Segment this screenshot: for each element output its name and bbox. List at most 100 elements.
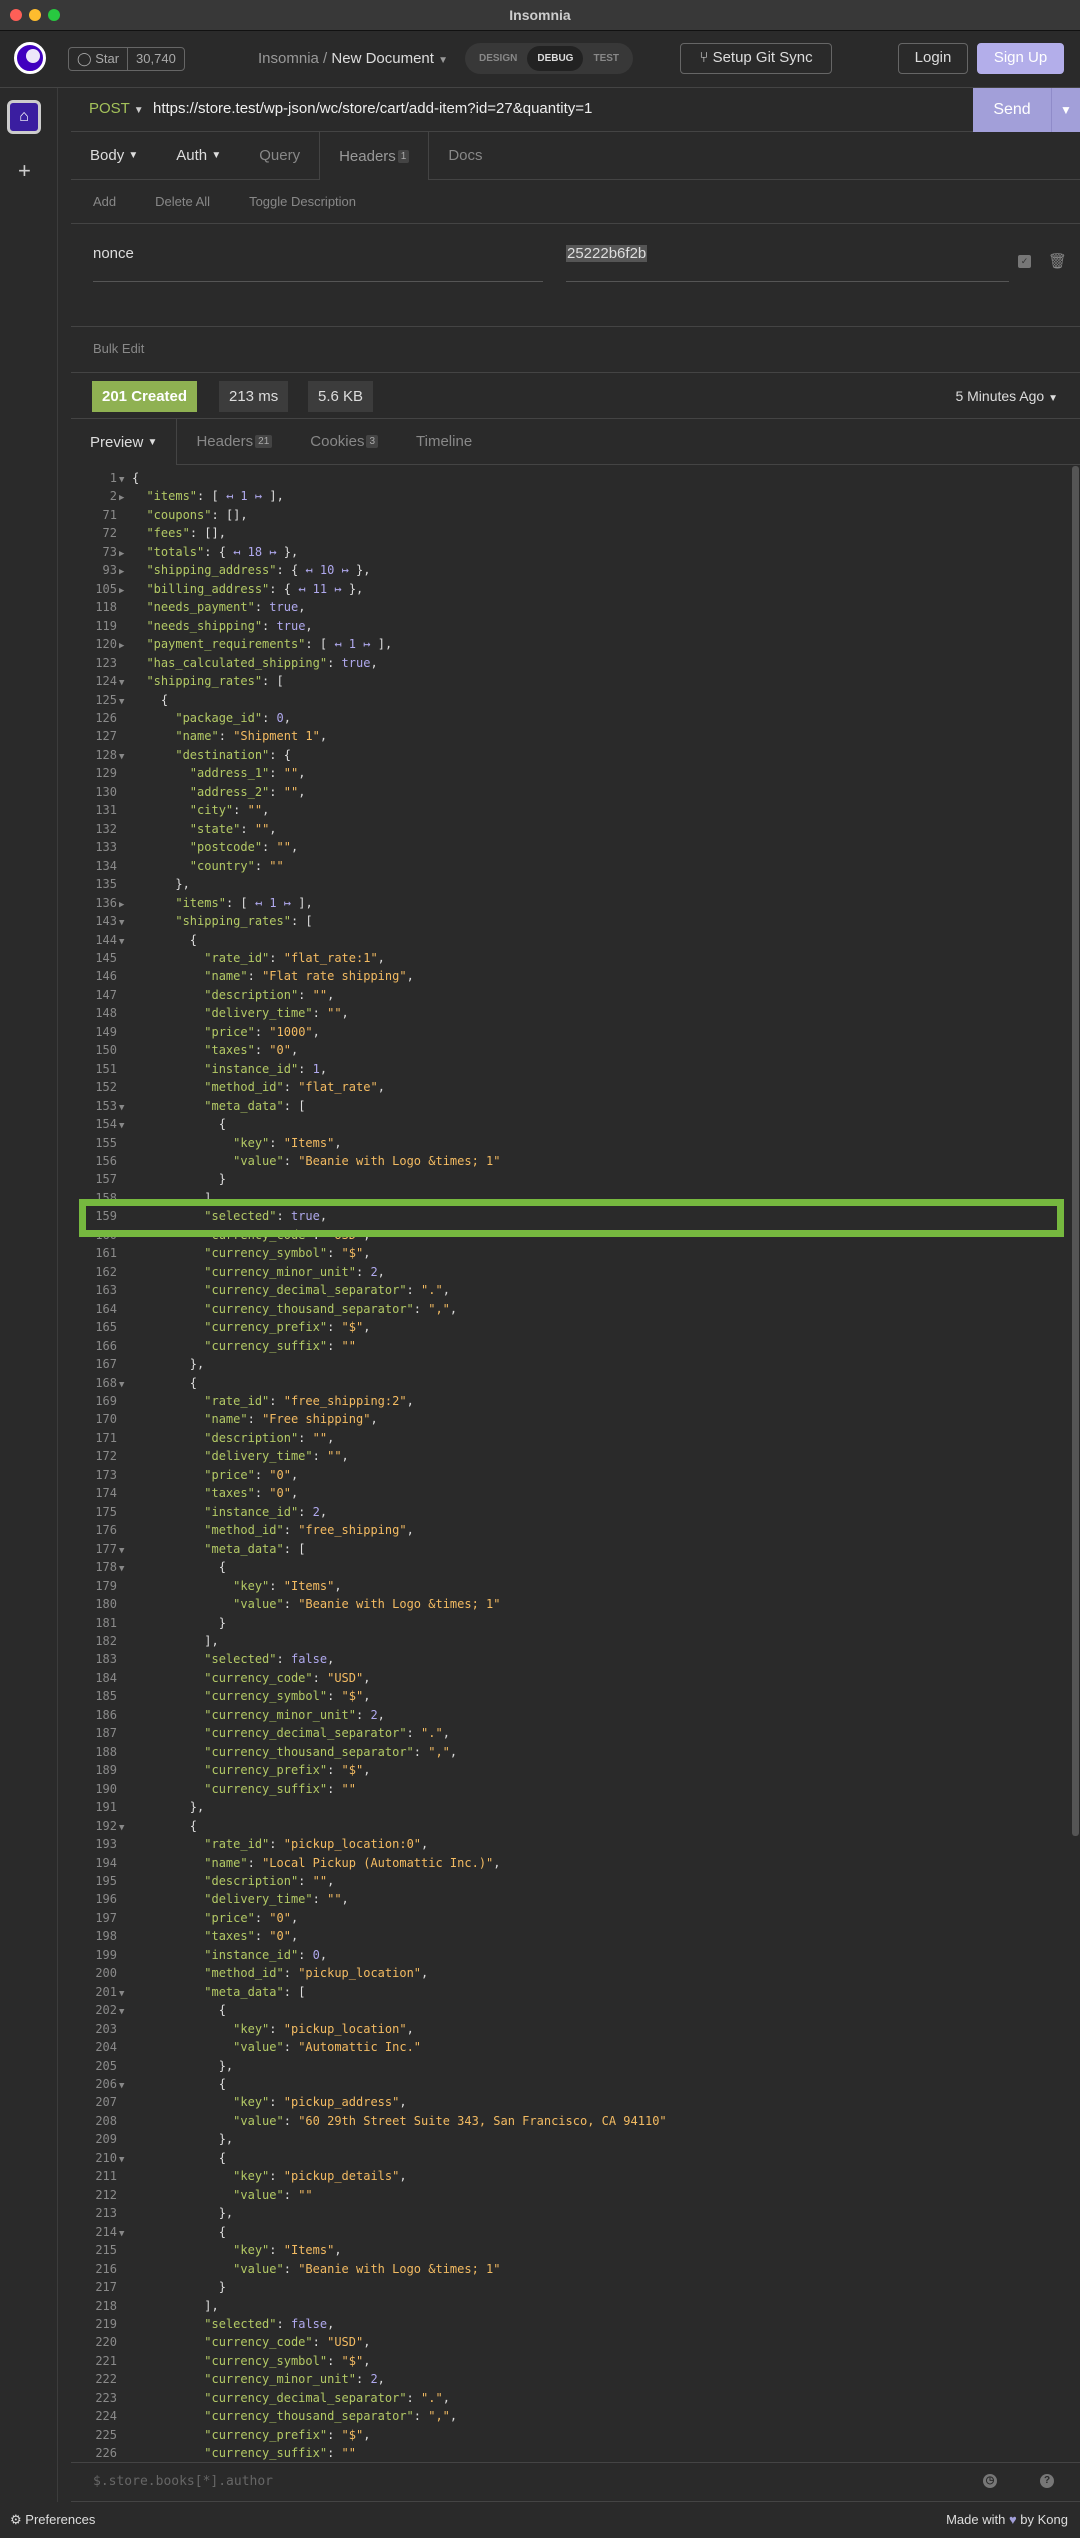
fold-toggle-icon[interactable]: ▶ <box>117 637 132 655</box>
punctuation: [], <box>218 507 248 522</box>
json-value: 11 <box>312 581 328 596</box>
punctuation <box>277 2243 284 2257</box>
sign-up-button[interactable]: Sign Up <box>977 43 1064 74</box>
delete-all-button[interactable]: Delete All <box>155 194 210 209</box>
tab-body[interactable]: Body ▼ <box>71 132 157 179</box>
tab-query[interactable]: Query <box>240 132 319 179</box>
fold-toggle-icon[interactable]: ▶ <box>117 545 132 563</box>
fold-toggle-icon[interactable]: ▼ <box>117 1985 132 2003</box>
punctuation: : <box>247 1412 255 1427</box>
punctuation <box>132 1708 204 1722</box>
json-key: "key" <box>233 2243 270 2258</box>
line-number: 172 <box>95 1449 117 1464</box>
github-star-button[interactable]: ◯ Star 30,740 <box>68 47 185 71</box>
fold-toggle-icon[interactable]: ▼ <box>117 1560 132 1578</box>
code-line: 208 "value": "60 29th Street Suite 343, … <box>71 2112 1061 2130</box>
header-enabled-checkbox[interactable]: ✓ <box>1018 255 1031 268</box>
json-string: "" <box>312 987 328 1002</box>
punctuation <box>132 1597 233 1611</box>
fold-toggle-icon[interactable]: ▶ <box>117 582 132 600</box>
punctuation: , <box>363 2427 371 2442</box>
tab-preview[interactable]: Preview ▼ <box>71 419 178 465</box>
header-name-input[interactable]: nonce <box>93 245 134 262</box>
mode-debug[interactable]: DEBUG <box>527 46 584 71</box>
window-controls[interactable] <box>10 9 60 21</box>
insomnia-logo[interactable] <box>14 42 46 74</box>
fold-toggle-icon[interactable]: ▼ <box>117 2225 132 2243</box>
mode-design[interactable]: DESIGN <box>469 46 527 71</box>
method-select[interactable]: POST ▼ <box>89 100 144 117</box>
fold-toggle-icon[interactable]: ▼ <box>117 1542 132 1560</box>
json-string: "" <box>327 1006 342 1021</box>
tab-docs[interactable]: Docs <box>429 132 501 179</box>
preferences-button[interactable]: ⚙ Preferences <box>10 2512 95 2528</box>
document-name[interactable]: New Document <box>331 50 434 67</box>
fold-toggle-icon[interactable]: ▼ <box>117 1117 132 1135</box>
close-window-button[interactable] <box>10 9 22 21</box>
bulk-edit-button[interactable]: Bulk Edit <box>71 326 1080 373</box>
mode-test[interactable]: TEST <box>583 46 629 71</box>
trash-icon[interactable]: 🗑 <box>1048 252 1067 270</box>
fold-toggle-icon[interactable]: ▼ <box>117 1376 132 1394</box>
response-size: 5.6 KB <box>308 381 374 412</box>
history-clock-icon[interactable]: ◷ <box>983 2474 997 2488</box>
tab-response-headers[interactable]: Headers 21 <box>177 419 291 464</box>
minimize-window-button[interactable] <box>29 9 41 21</box>
fold-toggle-icon[interactable]: ▼ <box>117 933 132 951</box>
line-number: 130 <box>95 784 117 799</box>
response-json-viewer[interactable]: 1 ▼{2 ▶ "items": [ ↤ 1 ↦ ], 71 "coupons": [… <box>71 465 1080 2461</box>
fold-toggle-icon[interactable]: ▼ <box>117 2077 132 2095</box>
punctuation: : <box>269 1578 277 1593</box>
fold-toggle-icon[interactable]: ▼ <box>117 1099 132 1117</box>
punctuation <box>132 748 175 762</box>
line-number: 143 <box>95 914 117 929</box>
add-icon[interactable]: + <box>18 158 31 184</box>
line-number: 93 <box>102 563 117 578</box>
fold-toggle-icon[interactable]: ▼ <box>117 2151 132 2169</box>
add-header-button[interactable]: Add <box>93 194 116 209</box>
home-icon[interactable]: ⌂ <box>7 100 41 134</box>
fold-toggle-icon[interactable]: ▼ <box>117 471 132 489</box>
tab-timeline[interactable]: Timeline <box>397 419 491 464</box>
tab-headers[interactable]: Headers 1 <box>319 132 430 180</box>
json-value: false <box>290 1652 328 1667</box>
jsonpath-filter-input[interactable]: $.store.books[*].author <box>71 2462 1080 2502</box>
header-value-input[interactable]: 25222b6f2b <box>566 245 648 262</box>
fold-toggle-icon[interactable]: ▼ <box>117 2003 132 2021</box>
chevron-down-icon[interactable]: ▼ <box>438 55 448 66</box>
code-line: 193 "rate_id": "pickup_location:0", <box>71 1835 1061 1853</box>
history-dropdown[interactable]: 5 Minutes Ago ▼ <box>955 388 1058 404</box>
fold-toggle-icon[interactable]: ▶ <box>117 563 132 581</box>
fold-toggle-icon[interactable]: ▼ <box>117 693 132 711</box>
fold-toggle-icon[interactable]: ▼ <box>117 914 132 932</box>
punctuation: : <box>305 637 313 652</box>
punctuation: , <box>449 2409 458 2424</box>
tab-cookies[interactable]: Cookies 3 <box>291 419 397 464</box>
punctuation: { <box>132 2003 226 2018</box>
tab-label: Headers <box>196 433 254 450</box>
made-with-kong[interactable]: Made with ♥ by Kong <box>946 2512 1068 2527</box>
url-input[interactable]: https://store.test/wp-json/wc/store/cart… <box>153 100 592 117</box>
send-button[interactable]: Send ▼ <box>973 88 1080 132</box>
fold-toggle-icon[interactable]: ▼ <box>117 1819 132 1837</box>
fold-toggle-icon[interactable]: ▶ <box>117 896 132 914</box>
tab-auth[interactable]: Auth ▼ <box>157 132 240 179</box>
punctuation: , <box>363 1689 371 1704</box>
punctuation: }, <box>132 1800 205 1815</box>
json-key: "instance_id" <box>204 1947 299 1962</box>
setup-git-sync-button[interactable]: ⑂ Setup Git Sync <box>680 43 832 74</box>
breadcrumb-root[interactable]: Insomnia <box>258 50 319 67</box>
json-string: "Beanie with Logo &times; 1" <box>298 2261 501 2276</box>
fold-toggle-icon[interactable]: ▼ <box>117 674 132 692</box>
code-line: 179 "key": "Items", <box>71 1577 1061 1595</box>
fold-toggle-icon[interactable]: ▼ <box>117 748 132 766</box>
fold-toggle-icon[interactable]: ▶ <box>117 489 132 507</box>
toggle-description-button[interactable]: Toggle Description <box>249 194 356 209</box>
json-key: "selected" <box>204 1652 277 1667</box>
login-button[interactable]: Login <box>898 43 968 74</box>
punctuation <box>132 1339 204 1353</box>
send-options-chevron-icon[interactable]: ▼ <box>1051 88 1080 132</box>
help-icon[interactable]: ? <box>1040 2474 1054 2488</box>
maximize-window-button[interactable] <box>48 9 60 21</box>
scrollbar[interactable] <box>1072 466 1079 1836</box>
